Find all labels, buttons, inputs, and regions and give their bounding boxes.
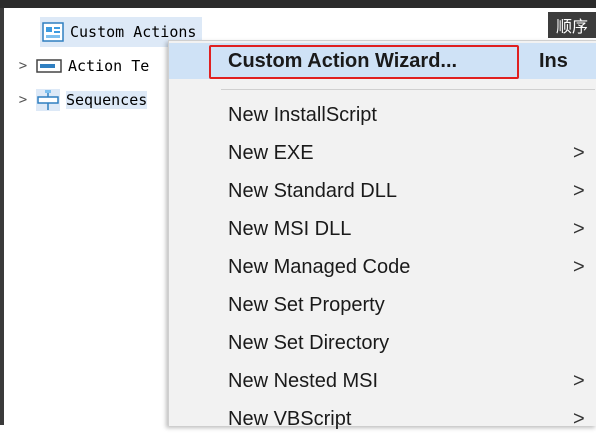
menu-item-new-vbscript[interactable]: New VBScript > <box>169 401 596 437</box>
submenu-arrow-icon: > <box>573 369 585 392</box>
tree-item-label: Action Te <box>68 57 150 75</box>
submenu-arrow-icon: > <box>573 255 585 278</box>
tree-item-action-text[interactable]: > Action Te <box>16 51 150 81</box>
chevron-right-icon[interactable]: > <box>16 58 30 74</box>
menu-item-label: New Standard DLL <box>228 179 397 202</box>
submenu-arrow-icon: > <box>573 141 585 164</box>
menu-item-label: New Managed Code <box>228 255 411 278</box>
menu-item-label: New Set Directory <box>228 331 390 354</box>
submenu-arrow-icon: > <box>573 407 585 430</box>
menu-item-custom-action-wizard[interactable]: Custom Action Wizard... Ins <box>169 43 596 79</box>
menu-item-label: New VBScript <box>228 407 352 430</box>
menu-item-label: New Set Property <box>228 293 385 316</box>
menu-item-label: New EXE <box>228 141 314 164</box>
context-menu: Custom Action Wizard... Ins New InstallS… <box>168 40 596 430</box>
custom-actions-icon <box>42 22 64 42</box>
submenu-arrow-icon: > <box>573 179 585 202</box>
tree-item-label: Custom Actions <box>70 23 197 41</box>
menu-item-new-managed-code[interactable]: New Managed Code > <box>169 249 596 285</box>
submenu-arrow-icon: > <box>573 217 585 240</box>
menu-item-new-standard-dll[interactable]: New Standard DLL > <box>169 173 596 209</box>
menu-separator <box>221 89 595 90</box>
highlight-outline <box>209 45 519 79</box>
menu-item-new-exe[interactable]: New EXE > <box>169 135 596 171</box>
menu-item-new-set-property[interactable]: New Set Property <box>169 287 596 323</box>
shortcut-label: Ins <box>539 49 568 72</box>
menu-item-new-msi-dll[interactable]: New MSI DLL > <box>169 211 596 247</box>
tree-item-label: Sequences <box>66 91 148 109</box>
column-header[interactable]: 顺序 <box>548 12 596 38</box>
action-text-icon <box>36 58 62 74</box>
menu-item-new-set-directory[interactable]: New Set Directory <box>169 325 596 361</box>
tree-item-sequences[interactable]: > Sequences <box>16 85 148 115</box>
menu-item-label: New Nested MSI <box>228 369 379 392</box>
sequences-icon <box>36 89 60 111</box>
window-top-bar <box>0 0 596 8</box>
menu-item-new-installscript[interactable]: New InstallScript <box>169 97 596 133</box>
menu-item-label: New MSI DLL <box>228 217 352 240</box>
menu-item-label: New InstallScript <box>228 103 377 126</box>
menu-item-new-nested-msi[interactable]: New Nested MSI > <box>169 363 596 399</box>
chevron-right-icon[interactable]: > <box>16 92 30 108</box>
